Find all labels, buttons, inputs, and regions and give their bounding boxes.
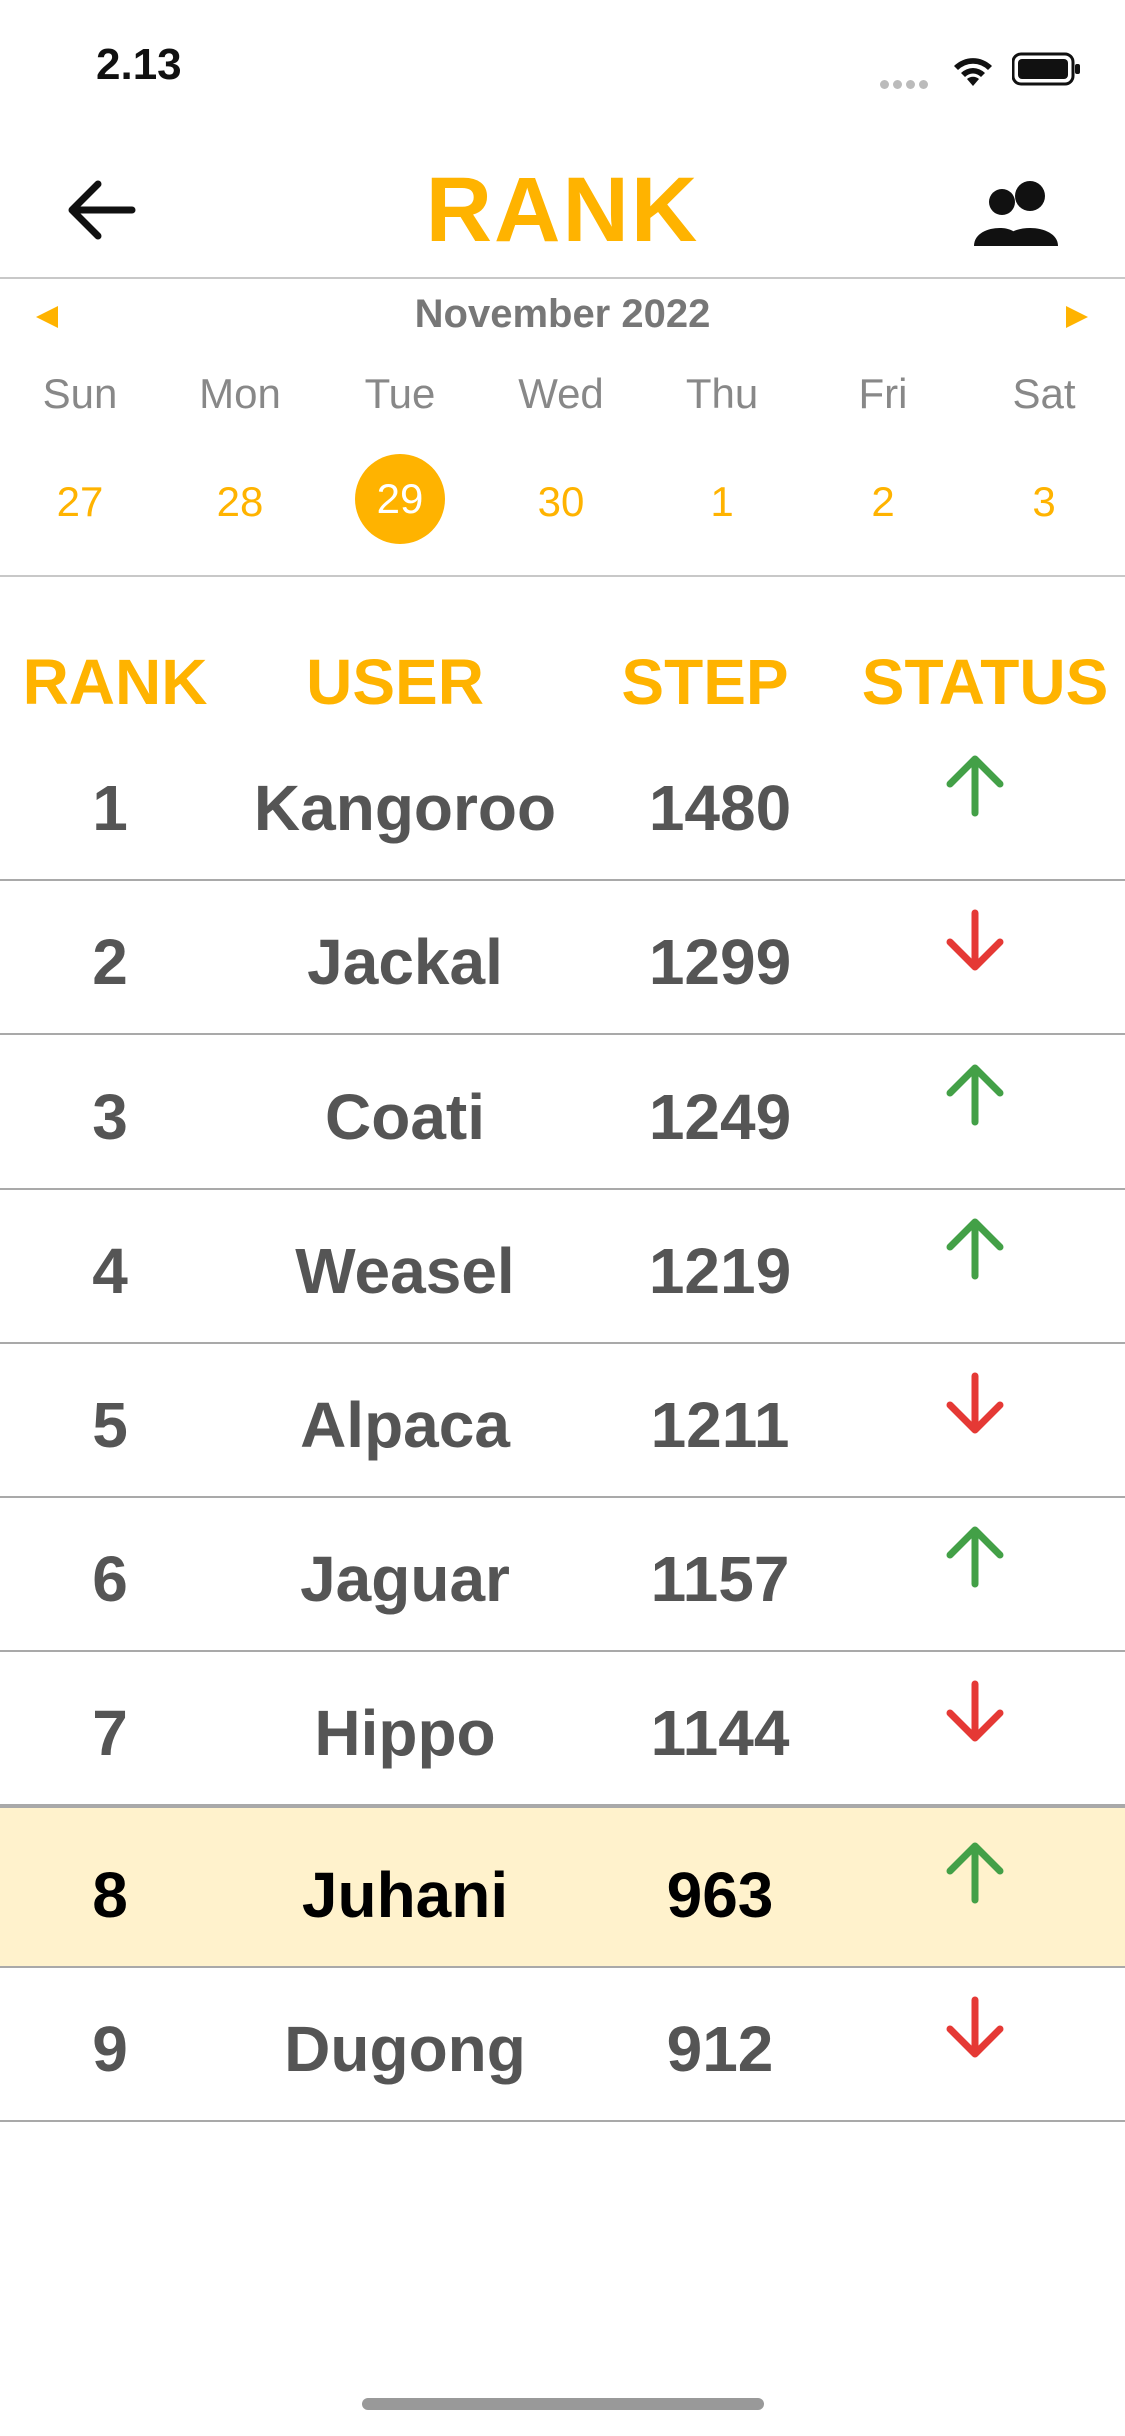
- arrow-down-icon: [946, 1996, 1004, 2058]
- row-rank: 1: [92, 772, 128, 844]
- calendar-day[interactable]: 2: [833, 452, 933, 552]
- calendar-day[interactable]: 30: [511, 452, 611, 552]
- weekday-label: Thu: [685, 370, 759, 417]
- page-title: RANK: [425, 159, 700, 261]
- calendar-divider: [0, 575, 1125, 577]
- arrow-up-icon: [946, 1064, 1004, 1126]
- weekday-label: Mon: [199, 370, 281, 417]
- row-rank: 4: [92, 1235, 128, 1307]
- weekday-label: Wed: [518, 370, 604, 417]
- row-step: 1157: [650, 1543, 790, 1615]
- arrow-up-icon: [946, 755, 1004, 817]
- row-step: 1299: [648, 926, 792, 998]
- calendar-month: November 2022: [414, 292, 711, 336]
- table-row[interactable]: 2 Jackal 1299: [0, 881, 1125, 1035]
- weekday-label: Fri: [858, 370, 908, 417]
- table-row[interactable]: 1 Kangoroo 1480: [0, 755, 1125, 881]
- table-row[interactable]: 3 Coati 1249: [0, 1035, 1125, 1190]
- table-row[interactable]: 6 Jaguar 1157: [0, 1498, 1125, 1652]
- day-row: 27 28 29 30 1 2 3: [0, 452, 1125, 552]
- calendar-day[interactable]: 1: [672, 452, 772, 552]
- row-user: Juhani: [301, 1859, 509, 1931]
- row-user: Dugong: [284, 2013, 526, 2085]
- row-step: 1480: [648, 772, 792, 844]
- row-step: 1211: [650, 1389, 790, 1461]
- header-rank: RANK: [22, 646, 208, 718]
- row-step: 912: [666, 2013, 774, 2085]
- row-user: Weasel: [295, 1235, 515, 1307]
- row-rank: 8: [92, 1859, 128, 1931]
- table-row[interactable]: 4 Weasel 1219: [0, 1190, 1125, 1344]
- row-rank: 6: [92, 1543, 128, 1615]
- row-step: 1219: [648, 1235, 792, 1307]
- weekday-label: Sun: [42, 370, 118, 417]
- row-user: Coati: [325, 1081, 485, 1153]
- row-user: Alpaca: [300, 1389, 510, 1461]
- wifi-icon: [954, 58, 992, 86]
- weekday-row: Sun Mon Tue Wed Thu Fri Sat: [0, 370, 1125, 430]
- arrow-down-icon: [946, 1372, 1004, 1434]
- arrow-up-icon: [946, 1842, 1004, 1904]
- row-divider: [0, 1806, 1125, 1808]
- arrow-down-icon: [946, 1680, 1004, 1742]
- header-step: STEP: [621, 646, 789, 718]
- row-rank: 5: [92, 1389, 128, 1461]
- row-step: 1144: [650, 1697, 790, 1769]
- status-time: 2.13: [96, 40, 182, 89]
- arrow-up-icon: [946, 1218, 1004, 1280]
- header-status: STATUS: [861, 646, 1109, 718]
- table-row[interactable]: 5 Alpaca 1211: [0, 1344, 1125, 1498]
- people-icon[interactable]: [972, 178, 1064, 248]
- row-rank: 2: [92, 926, 128, 998]
- battery-icon: [1012, 52, 1080, 86]
- row-user: Hippo: [314, 1697, 496, 1769]
- home-indicator: [362, 2398, 764, 2410]
- weekday-label: Tue: [364, 370, 436, 417]
- header-user: USER: [306, 646, 484, 718]
- next-month-icon[interactable]: [1062, 302, 1092, 332]
- calendar-day[interactable]: 3: [994, 452, 1094, 552]
- row-rank: 9: [92, 2013, 128, 2085]
- table-row[interactable]: 7 Hippo 1144: [0, 1652, 1125, 1806]
- table-row[interactable]: 9 Dugong 912: [0, 1968, 1125, 2122]
- row-rank: 3: [92, 1081, 128, 1153]
- table-row-current-user[interactable]: 8 Juhani 963: [0, 1806, 1125, 1968]
- row-rank: 7: [92, 1697, 128, 1769]
- row-user: Jaguar: [300, 1543, 510, 1615]
- row-divider: [0, 2120, 1125, 2122]
- weekday-label: Sat: [1012, 370, 1076, 417]
- arrow-down-icon: [946, 909, 1004, 971]
- header-divider: [0, 277, 1125, 279]
- row-user: Kangoroo: [253, 772, 557, 844]
- calendar-day[interactable]: 28: [190, 452, 290, 552]
- status-bar: 2.13: [0, 0, 1125, 140]
- row-user: Jackal: [307, 926, 503, 998]
- signal-icon: [880, 76, 934, 89]
- calendar-day[interactable]: 27: [30, 452, 130, 552]
- row-step: 963: [666, 1859, 774, 1931]
- arrow-up-icon: [946, 1526, 1004, 1588]
- row-step: 1249: [648, 1081, 792, 1153]
- calendar-day-selected[interactable]: 29: [355, 454, 445, 544]
